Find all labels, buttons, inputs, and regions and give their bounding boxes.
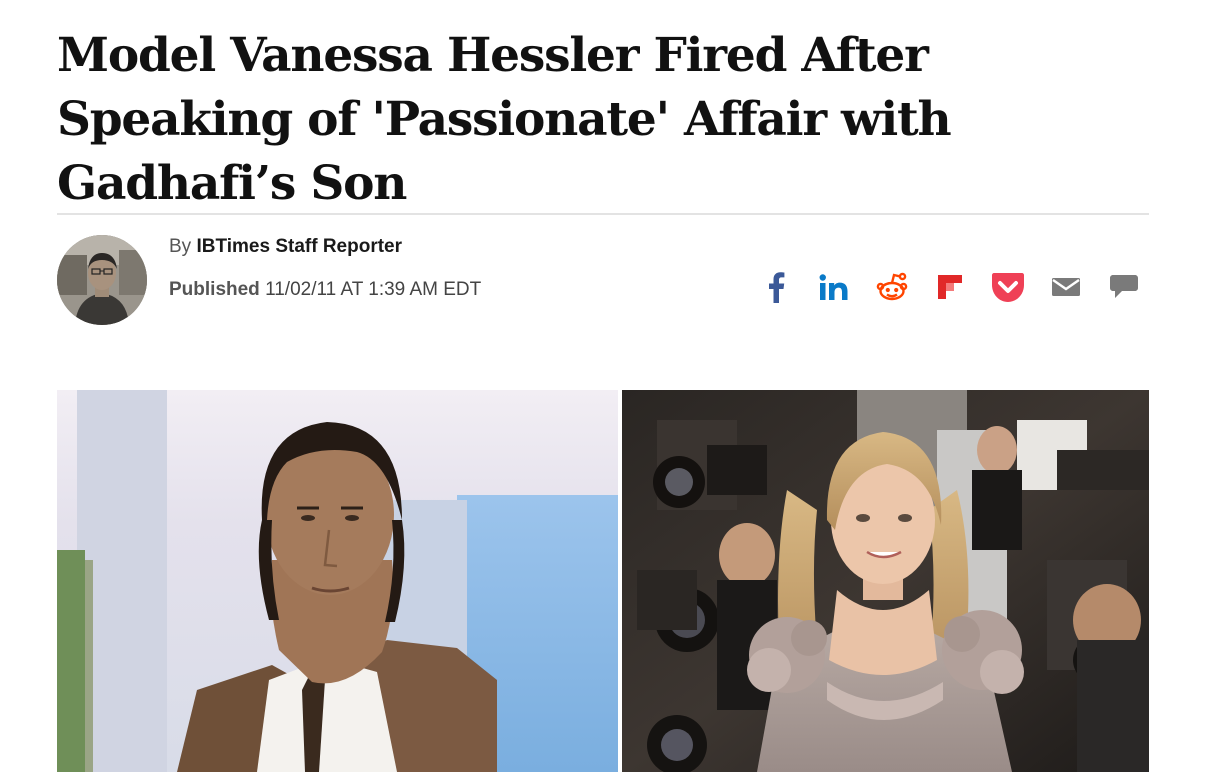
share-pocket-button[interactable] <box>990 267 1026 307</box>
comment-icon <box>1110 275 1138 298</box>
email-icon <box>1052 278 1080 296</box>
byline: By IBTimes Staff Reporter <box>169 236 402 258</box>
published-label: Published <box>169 279 260 300</box>
author-avatar[interactable] <box>57 235 147 325</box>
linkedin-icon <box>819 274 848 300</box>
reddit-icon <box>876 272 908 301</box>
share-reddit-button[interactable] <box>874 267 910 307</box>
author-link[interactable]: IBTimes Staff Reporter <box>196 236 402 257</box>
header-divider <box>57 213 1149 215</box>
share-facebook-button[interactable] <box>758 267 794 307</box>
pocket-icon <box>992 273 1024 302</box>
published-date: 11/02/11 AT 1:39 AM EDT <box>265 279 482 300</box>
publish-info: Published 11/02/11 AT 1:39 AM EDT <box>169 279 481 301</box>
article-page: Model Vanessa Hessler Fired After Speaki… <box>0 0 1206 772</box>
share-flipboard-button[interactable] <box>932 267 968 307</box>
flipboard-icon <box>938 275 962 299</box>
facebook-icon <box>769 272 785 303</box>
article-headline: Model Vanessa Hessler Fired After Speaki… <box>57 28 952 211</box>
byline-prefix: By <box>169 236 192 257</box>
share-bar <box>758 266 1142 308</box>
hero-image[interactable] <box>57 390 1149 772</box>
comments-button[interactable] <box>1106 267 1142 307</box>
share-linkedin-button[interactable] <box>816 267 852 307</box>
share-email-button[interactable] <box>1048 267 1084 307</box>
